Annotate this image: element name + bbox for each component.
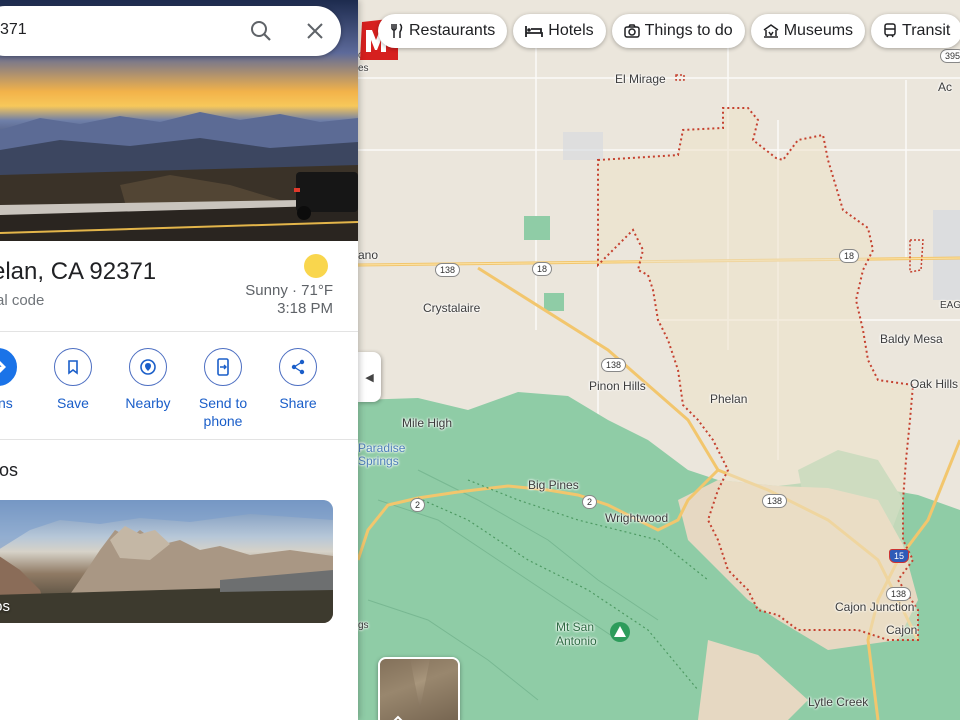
sunny-weather-icon [304, 254, 328, 278]
route-shield-2: 2 [582, 495, 598, 509]
museum-icon [763, 24, 779, 38]
chip-hotels[interactable]: Hotels [513, 14, 606, 48]
map-label-lytle-creek: Lytle Creek [808, 695, 869, 709]
maps-app: El Mirage Crystalaire Pinon Hills Phelan… [0, 0, 960, 720]
route-shield-18: 18 [839, 249, 860, 263]
photos-card[interactable]: tos [0, 500, 333, 623]
chip-restaurants[interactable]: Restaurants [378, 14, 508, 48]
route-shield-138: 138 [762, 494, 788, 508]
map-label-eag: EAG [940, 300, 960, 311]
route-shield-18: 18 [532, 262, 553, 276]
chip-label: Hotels [548, 22, 594, 39]
send-to-phone-icon [204, 348, 242, 386]
map-label-baldy-mesa: Baldy Mesa [880, 332, 943, 346]
chip-museums[interactable]: Museums [750, 14, 866, 48]
route-shield-2: 2 [410, 498, 426, 512]
local-time: 3:18 PM [277, 300, 333, 317]
chip-label: Transit [902, 22, 951, 39]
restaurant-icon [391, 23, 403, 38]
share-icon [279, 348, 317, 386]
map-canvas[interactable]: El Mirage Crystalaire Pinon Hills Phelan… [358, 0, 960, 720]
send-to-phone-button[interactable]: Send to phone [183, 348, 263, 430]
photos-card-label: tos [0, 598, 11, 615]
layers-thumbnail[interactable] [378, 657, 460, 720]
map-label-phelan: Phelan [710, 392, 748, 406]
hotel-icon [525, 26, 544, 37]
action-label: Save [57, 395, 89, 411]
category-chips: Restaurants Hotels Things to do Museums … [378, 14, 960, 48]
weather-condition: Sunny · 71°F [245, 282, 333, 299]
map-label-cajon: Cajon [886, 623, 918, 637]
map-label-mt-san-antonio: Mt San Antonio [556, 620, 597, 648]
rock-formation-photo [0, 500, 333, 623]
search-icon[interactable] [248, 18, 274, 44]
map-label-el-mirage: El Mirage [615, 72, 666, 86]
bookmark-icon [54, 348, 92, 386]
collapse-panel-button[interactable]: ◀ [358, 352, 381, 402]
divider [0, 331, 358, 332]
action-label: Share [279, 395, 317, 411]
chip-transit[interactable]: Transit [871, 14, 960, 48]
map-label-ano: ano [358, 248, 379, 262]
interstate-shield-15: 15 [889, 549, 910, 563]
map-label-pinon-hills: Pinon Hills [589, 379, 646, 393]
share-button[interactable]: Share [258, 348, 338, 412]
route-shield-138: 138 [601, 358, 627, 372]
chevron-left-icon: ◀ [365, 371, 374, 384]
directions-icon [0, 348, 17, 386]
action-label-line2: phone [203, 413, 243, 429]
map-label-cajon-junction: Cajon Junction [835, 600, 915, 614]
map-label-big-pines: Big Pines [528, 478, 579, 492]
satellite-layer-icon [380, 659, 458, 720]
map-label-ac: Ac [938, 80, 953, 94]
action-label: Send to phone [183, 394, 263, 430]
weather-info: Sunny · 71°F 3:18 PM [245, 282, 333, 318]
chip-label: Things to do [644, 22, 733, 39]
photos-section-title: tos [0, 460, 19, 480]
divider [0, 439, 358, 440]
route-shield-395: 395 [940, 49, 960, 63]
route-shield-138: 138 [435, 263, 461, 277]
map-label-mile-high: Mile High [402, 416, 453, 430]
place-panel: 371 elan, CA 92371 al code Sunny · 71°F … [0, 0, 358, 720]
place-subtitle: al code [0, 292, 45, 309]
map-label-gs: gs [358, 620, 369, 631]
chip-things-to-do[interactable]: Things to do [611, 14, 745, 48]
map-label-wrightwood: Wrightwood [605, 511, 669, 525]
search-input[interactable]: 371 [0, 21, 27, 39]
chip-label: Museums [783, 22, 854, 39]
transit-icon [884, 23, 896, 38]
action-label-line1: Send to [198, 395, 248, 411]
place-title: elan, CA 92371 [0, 258, 157, 285]
close-icon[interactable] [302, 18, 328, 44]
map-label-paradise-springs: Paradise Springs [358, 441, 406, 468]
save-button[interactable]: Save [33, 348, 113, 412]
map-label-es: es [358, 63, 369, 74]
nearby-icon [129, 348, 167, 386]
chip-label: Restaurants [409, 22, 496, 39]
nearby-button[interactable]: Nearby [108, 348, 188, 412]
map-label-oak-hills: Oak Hills [910, 377, 959, 391]
route-shield-138: 138 [886, 587, 912, 601]
camera-icon [623, 24, 640, 38]
action-label: Nearby [125, 395, 171, 411]
map-label-crystalaire: Crystalaire [423, 301, 481, 315]
search-box[interactable]: 371 [0, 6, 341, 56]
